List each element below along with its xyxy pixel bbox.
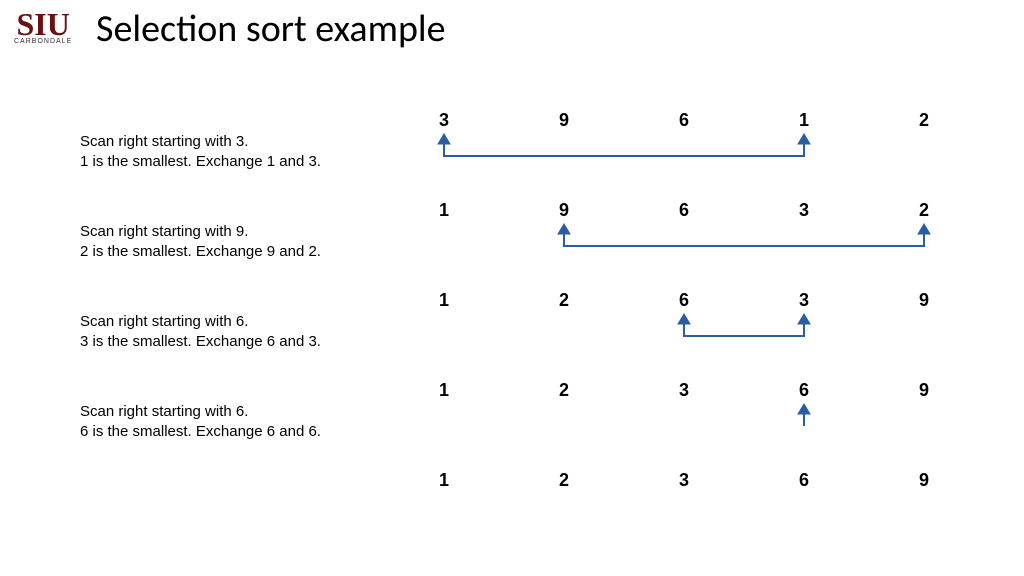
num-cell: 1: [794, 110, 814, 131]
swap-arrow-icon: [434, 310, 954, 350]
num-cell: 2: [914, 200, 934, 221]
step-1-desc-l2: 1 is the smallest. Exchange 1 and 3.: [80, 153, 321, 170]
num-cell: 9: [914, 470, 934, 491]
num-cell: 2: [554, 380, 574, 401]
step-2-desc-l2: 2 is the smallest. Exchange 9 and 2.: [80, 243, 321, 260]
swap-arrow-icon: [434, 400, 954, 440]
step-4-desc-l2: 6 is the smallest. Exchange 6 and 6.: [80, 423, 321, 440]
step-1-desc: Scan right starting with 3. 1 is the sma…: [80, 132, 390, 173]
swap-arrow-icon: [434, 130, 954, 170]
num-cell: 3: [794, 290, 814, 311]
page-title: Selection sort example: [96, 6, 446, 52]
step-4-desc: Scan right starting with 6. 6 is the sma…: [80, 402, 390, 443]
step-4: Scan right starting with 6. 6 is the sma…: [80, 380, 960, 470]
num-cell: 1: [434, 380, 454, 401]
num-cell: 6: [794, 380, 814, 401]
num-cell: 9: [554, 200, 574, 221]
step-2-nums: 1 9 6 3 2: [434, 200, 954, 290]
swap-arrow-icon: [434, 220, 954, 260]
step-3-desc-l1: Scan right starting with 6.: [80, 313, 248, 330]
final-nums: 1 2 3 6 9: [434, 470, 954, 560]
step-2: Scan right starting with 9. 2 is the sma…: [80, 200, 960, 290]
num-cell: 6: [674, 110, 694, 131]
step-3-desc-l2: 3 is the smallest. Exchange 6 and 3.: [80, 333, 321, 350]
num-cell: 3: [674, 470, 694, 491]
num-cell: 6: [674, 200, 694, 221]
diagram: Scan right starting with 3. 1 is the sma…: [80, 110, 960, 500]
num-cell: 2: [554, 470, 574, 491]
num-cell: 1: [434, 200, 454, 221]
step-2-desc: Scan right starting with 9. 2 is the sma…: [80, 222, 390, 263]
final-row: 1 2 3 6 9: [80, 470, 960, 500]
num-cell: 2: [914, 110, 934, 131]
step-1: Scan right starting with 3. 1 is the sma…: [80, 110, 960, 200]
num-cell: 9: [914, 290, 934, 311]
num-cell: 9: [554, 110, 574, 131]
num-cell: 1: [434, 470, 454, 491]
step-1-nums: 3 9 6 1 2: [434, 110, 954, 200]
step-3: Scan right starting with 6. 3 is the sma…: [80, 290, 960, 380]
step-4-nums: 1 2 3 6 9: [434, 380, 954, 470]
logo-subtext: CARBONDALE: [14, 38, 72, 45]
step-1-desc-l1: Scan right starting with 3.: [80, 133, 248, 150]
logo-text: SIU: [14, 8, 72, 40]
num-cell: 3: [794, 200, 814, 221]
num-cell: 9: [914, 380, 934, 401]
step-4-desc-l1: Scan right starting with 6.: [80, 403, 248, 420]
num-cell: 3: [434, 110, 454, 131]
num-cell: 6: [794, 470, 814, 491]
step-2-desc-l1: Scan right starting with 9.: [80, 223, 248, 240]
num-cell: 2: [554, 290, 574, 311]
logo: SIU CARBONDALE: [14, 8, 72, 45]
step-3-desc: Scan right starting with 6. 3 is the sma…: [80, 312, 390, 353]
num-cell: 3: [674, 380, 694, 401]
num-cell: 1: [434, 290, 454, 311]
step-3-nums: 1 2 6 3 9: [434, 290, 954, 380]
num-cell: 6: [674, 290, 694, 311]
